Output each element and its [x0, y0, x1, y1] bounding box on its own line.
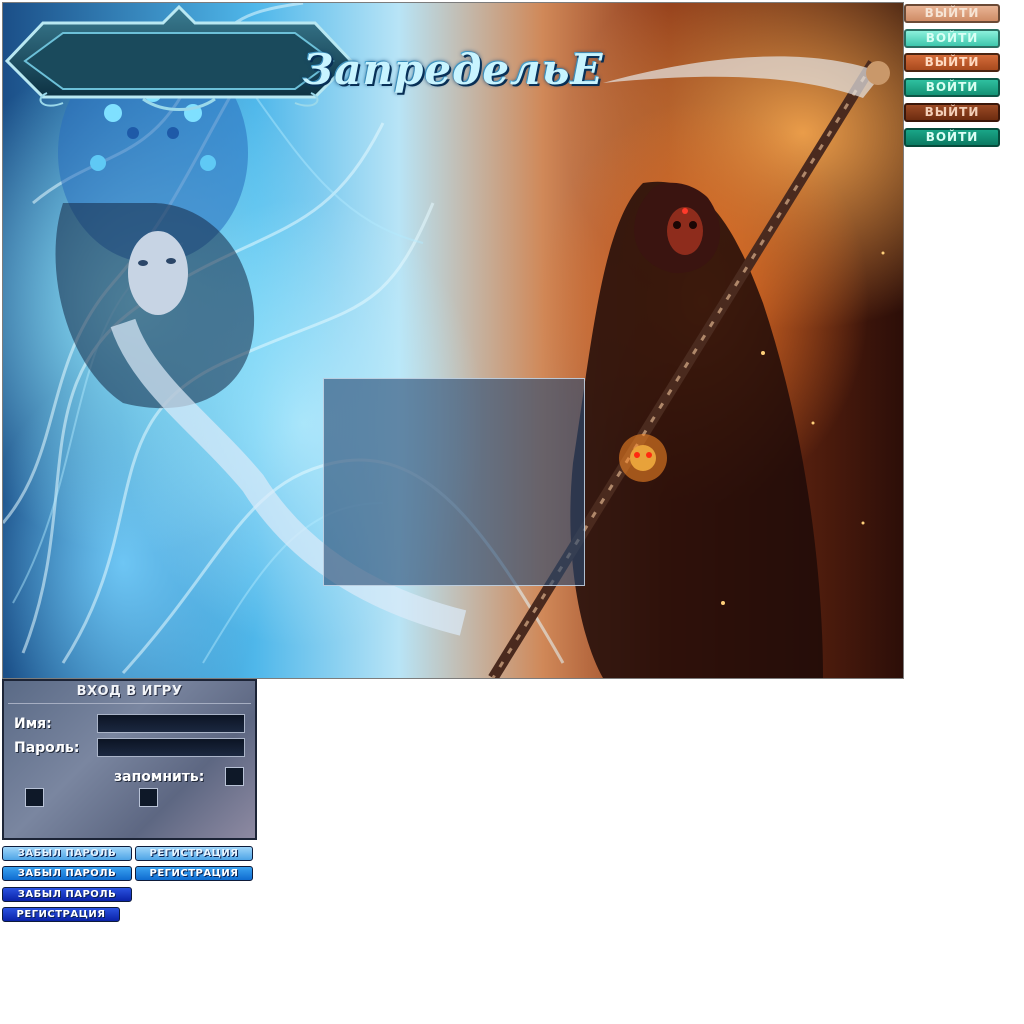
- hero-artwork: ЗапредельЕ: [2, 2, 904, 679]
- login-button-hover[interactable]: ВОЙТИ: [904, 78, 1000, 97]
- divider: [8, 703, 251, 704]
- password-input[interactable]: [97, 738, 245, 757]
- login-title: ВХОД В ИГРУ: [76, 684, 183, 699]
- name-label: Имя:: [14, 716, 52, 732]
- logout-button-hover[interactable]: ВЫЙТИ: [904, 53, 1000, 72]
- login-button[interactable]: ВОЙТИ: [904, 29, 1000, 48]
- forgot-password-link-hover[interactable]: ЗАБЫЛ ПАРОЛЬ: [2, 866, 132, 881]
- logout-button[interactable]: ВЫЙТИ: [904, 4, 1000, 23]
- login-panel: ВХОД В ИГРУ Имя: Пароль: запомнить:: [2, 679, 257, 840]
- name-input[interactable]: [97, 714, 245, 733]
- register-link-hover[interactable]: РЕГИСТРАЦИЯ: [135, 866, 253, 881]
- overlay-panel: [323, 378, 585, 586]
- game-logo: ЗапредельЕ: [303, 45, 604, 94]
- login-button-pressed[interactable]: ВОЙТИ: [904, 128, 1000, 147]
- checkbox-middle[interactable]: [139, 788, 158, 807]
- forgot-password-link[interactable]: ЗАБЫЛ ПАРОЛЬ: [2, 846, 132, 861]
- register-link[interactable]: РЕГИСТРАЦИЯ: [135, 846, 253, 861]
- checkbox-left[interactable]: [25, 788, 44, 807]
- remember-checkbox[interactable]: [225, 767, 244, 786]
- forgot-password-link-pressed[interactable]: ЗАБЫЛ ПАРОЛЬ: [2, 887, 132, 902]
- remember-label: запомнить:: [114, 769, 205, 785]
- register-link-pressed[interactable]: РЕГИСТРАЦИЯ: [2, 907, 120, 922]
- password-label: Пароль:: [14, 740, 80, 756]
- logout-button-pressed[interactable]: ВЫЙТИ: [904, 103, 1000, 122]
